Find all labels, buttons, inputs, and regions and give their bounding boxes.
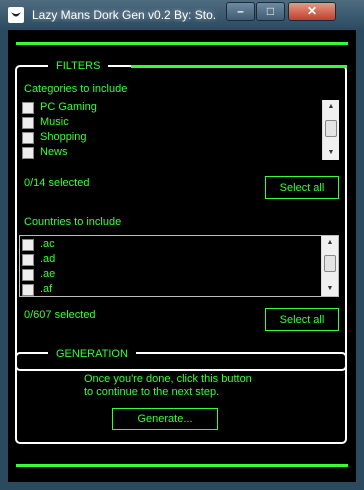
scroll-up-arrow-icon[interactable]: ▲ bbox=[322, 236, 338, 250]
categories-scrollbar[interactable]: ▲ ▼ bbox=[322, 100, 339, 160]
scroll-down-arrow-icon[interactable]: ▼ bbox=[322, 282, 338, 296]
minimize-button[interactable]: – bbox=[226, 2, 255, 21]
checkbox[interactable] bbox=[22, 254, 34, 266]
close-button[interactable]: ✕ bbox=[288, 2, 336, 21]
bottom-divider bbox=[16, 464, 348, 467]
generate-button[interactable]: Generate... bbox=[112, 408, 218, 430]
country-label: .af bbox=[40, 283, 53, 295]
maximize-icon: □ bbox=[266, 4, 275, 18]
checkbox[interactable] bbox=[22, 117, 34, 129]
title-bar[interactable]: Lazy Mans Dork Gen v0.2 By: Sto... – □ ✕ bbox=[0, 0, 364, 30]
categories-list[interactable]: PC Gaming Music Shopping News ▲ ▼ bbox=[22, 100, 339, 160]
list-item[interactable]: .ad bbox=[22, 253, 318, 268]
generation-instructions-line1: Once you're done, click this button bbox=[84, 373, 252, 385]
scroll-thumb[interactable] bbox=[324, 255, 336, 272]
list-item[interactable]: .ae bbox=[22, 268, 318, 283]
countries-select-all-button[interactable]: Select all bbox=[265, 308, 339, 331]
checkbox[interactable] bbox=[22, 132, 34, 144]
scroll-thumb[interactable] bbox=[325, 120, 337, 137]
maximize-button[interactable]: □ bbox=[256, 2, 285, 21]
minimize-icon: – bbox=[237, 4, 244, 18]
scroll-down-arrow-icon[interactable]: ▼ bbox=[323, 146, 339, 160]
filters-header-line bbox=[131, 65, 347, 68]
app-icon bbox=[8, 7, 24, 23]
checkbox[interactable] bbox=[22, 102, 34, 114]
category-label: Music bbox=[40, 116, 69, 128]
window-title: Lazy Mans Dork Gen v0.2 By: Sto... bbox=[32, 8, 217, 22]
checkbox[interactable] bbox=[22, 239, 34, 251]
category-label: Shopping bbox=[40, 131, 87, 143]
scroll-up-arrow-icon[interactable]: ▲ bbox=[323, 100, 339, 114]
categories-selected-count: 0/14 selected bbox=[24, 177, 90, 189]
list-item[interactable]: PC Gaming bbox=[22, 101, 322, 116]
list-item[interactable]: Shopping bbox=[22, 131, 322, 146]
generation-group bbox=[15, 352, 347, 444]
close-icon: ✕ bbox=[306, 4, 318, 18]
country-label: .ad bbox=[40, 253, 56, 265]
list-item[interactable]: .af bbox=[22, 283, 318, 296]
categories-select-all-button[interactable]: Select all bbox=[265, 176, 339, 199]
category-label: PC Gaming bbox=[40, 101, 97, 113]
list-item[interactable]: News bbox=[22, 146, 322, 160]
app-window: Lazy Mans Dork Gen v0.2 By: Sto... – □ ✕… bbox=[0, 0, 364, 490]
countries-selected-count: 0/607 selected bbox=[24, 309, 96, 321]
country-label: .ac bbox=[40, 238, 55, 250]
top-divider bbox=[16, 42, 348, 45]
generation-instructions-line2: to continue to the next step. bbox=[84, 386, 220, 398]
checkbox[interactable] bbox=[22, 284, 34, 296]
categories-label: Categories to include bbox=[24, 83, 128, 95]
countries-list[interactable]: .ac .ad .ae .af ▲ ▼ bbox=[19, 235, 339, 297]
countries-scrollbar[interactable]: ▲ ▼ bbox=[321, 236, 338, 296]
category-label: News bbox=[40, 146, 68, 158]
checkbox[interactable] bbox=[22, 147, 34, 159]
country-label: .ae bbox=[40, 268, 56, 280]
list-item[interactable]: .ac bbox=[22, 238, 318, 253]
filters-title: FILTERS bbox=[48, 60, 109, 72]
countries-label: Countries to include bbox=[24, 216, 122, 228]
client-area: FILTERS Categories to include PC Gaming … bbox=[8, 30, 356, 482]
checkbox[interactable] bbox=[22, 269, 34, 281]
generation-title: GENERATION bbox=[48, 348, 136, 360]
list-item[interactable]: Music bbox=[22, 116, 322, 131]
